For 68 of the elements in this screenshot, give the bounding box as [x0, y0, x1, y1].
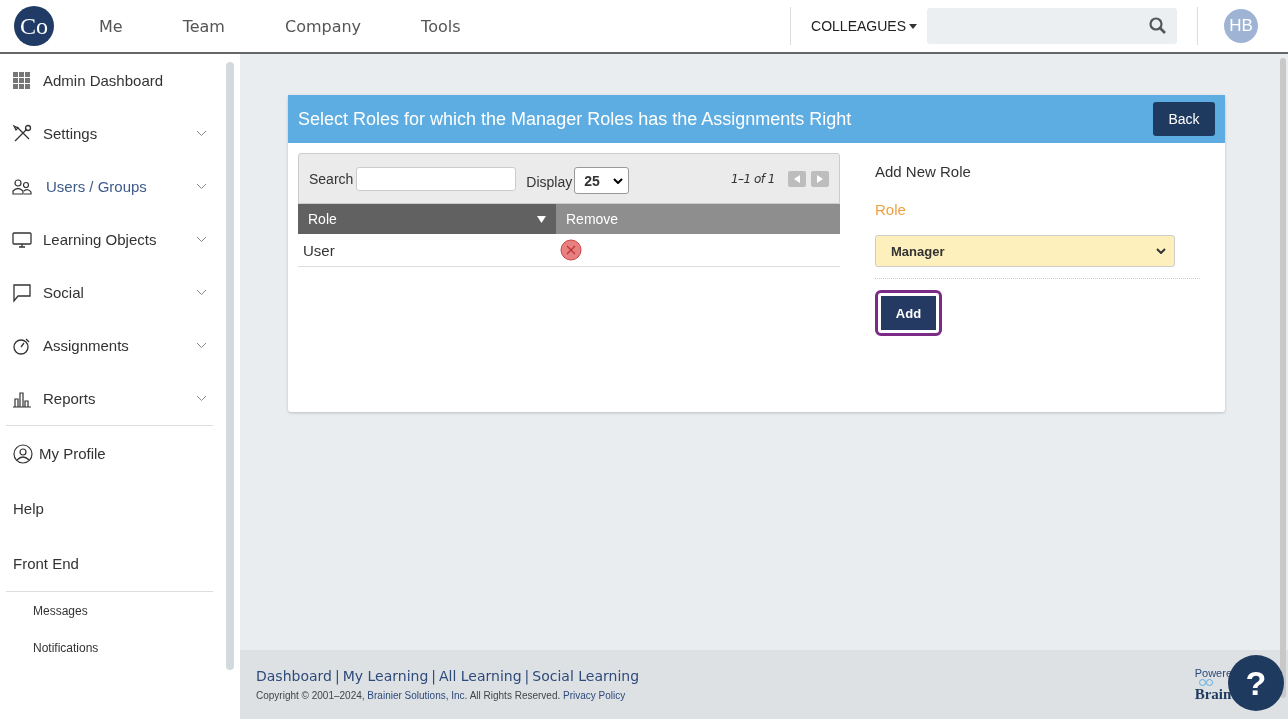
column-header[interactable]: Role [298, 204, 556, 234]
sidebar-item[interactable]: Social [3, 266, 216, 319]
sidebar-item[interactable]: Assignments [3, 319, 216, 372]
inline-link[interactable]: Brainier Solutions, Inc. [367, 690, 468, 701]
chevron-icon [197, 131, 206, 136]
chevron-icon [197, 396, 206, 401]
menu-icon [12, 123, 32, 144]
role-select[interactable]: Manager [875, 235, 1175, 267]
right-triangle-icon [817, 174, 823, 183]
left-triangle-icon [794, 174, 800, 183]
prev-button[interactable] [788, 170, 806, 187]
sidebar-link[interactable]: Notifications [33, 640, 99, 655]
sidebar-link[interactable]: Front End [3, 536, 216, 591]
footer-link[interactable]: Social Learning [532, 668, 640, 684]
nav-link[interactable]: Team [182, 16, 225, 36]
chevron-icon [1156, 248, 1166, 254]
chevron-icon [197, 184, 206, 189]
menu-icon [12, 282, 32, 303]
chevron-icon [613, 177, 624, 184]
sidebar-item[interactable]: Users / Groups [3, 160, 216, 213]
chevron-icon [197, 290, 206, 295]
field-label: Role [875, 201, 906, 218]
glasses-icon [1198, 678, 1213, 686]
sidebar-item[interactable]: Settings [3, 107, 216, 160]
search-field[interactable] [927, 8, 1177, 44]
pager-text: 1–1 of 1 [730, 171, 775, 186]
chevron-icon [197, 343, 206, 348]
card-title: Select Roles for which the Manager Roles has the Assignments Right [298, 108, 853, 130]
sidebar-link[interactable]: My Profile [3, 426, 216, 481]
footer-link[interactable]: My Learning [342, 668, 429, 684]
sidebar-item[interactable]: Learning Objects [3, 213, 216, 266]
next-button[interactable] [811, 170, 829, 187]
scrollbar[interactable] [226, 62, 234, 670]
scrollbar[interactable] [1280, 58, 1286, 698]
nav-link[interactable]: Tools [421, 16, 461, 36]
footer-link[interactable]: All Learning [439, 668, 522, 684]
back-button[interactable]: Back [1153, 102, 1215, 136]
privacy-link[interactable]: Privacy Policy [563, 690, 626, 701]
sidebar-link[interactable]: Messages [33, 603, 88, 618]
sort-icon [537, 215, 546, 223]
display-label: Display [526, 173, 573, 190]
add-button[interactable]: Add [878, 293, 939, 333]
remove-icon[interactable] [560, 239, 582, 261]
copyright-text: Copyright © 2001–2024, Brainier Solutions, Inc. All Rights Reserved. Privacy Policy [256, 690, 627, 701]
nav-link[interactable]: Company [284, 16, 362, 36]
column-header: Remove [556, 204, 840, 234]
menu-icon [12, 176, 32, 197]
search-label: Search [309, 170, 354, 187]
nav-link[interactable]: Me [99, 16, 123, 36]
sidebar-item[interactable]: Admin Dashboard [3, 54, 216, 107]
colleagues-dropdown[interactable]: COLLEAGUES [811, 18, 917, 34]
search-field[interactable] [356, 166, 517, 191]
sidebar-link[interactable]: Help [3, 481, 216, 536]
logo[interactable]: Co [14, 6, 54, 46]
search-icon[interactable] [1149, 17, 1167, 35]
display-select[interactable]: 25 [574, 167, 630, 194]
table-cell: User [303, 241, 335, 259]
menu-icon [12, 70, 32, 91]
separator: | [431, 668, 436, 684]
profile-icon [13, 443, 33, 464]
form-heading: Add New Role [875, 163, 971, 180]
footer-link[interactable]: Dashboard [256, 668, 332, 684]
separator: | [334, 668, 340, 684]
separator: | [524, 668, 530, 684]
menu-icon [12, 229, 32, 250]
chevron-icon [197, 237, 206, 242]
sidebar-item[interactable]: Reports [3, 372, 216, 425]
caret-icon [909, 23, 917, 29]
